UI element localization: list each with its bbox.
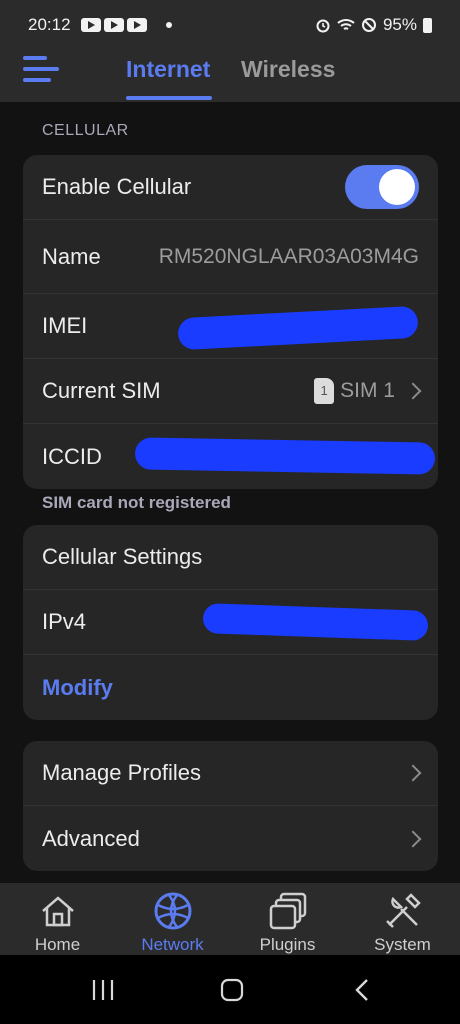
battery-percent: 95% — [382, 15, 417, 34]
status-time: 20:12 — [28, 15, 71, 34]
alarm-icon — [316, 19, 330, 33]
modify-button[interactable]: Modify — [42, 675, 113, 701]
ipv4-redaction — [202, 603, 429, 641]
status-right: 95% — [315, 15, 432, 35]
row-name: Name RM520NGLAAR03A03M4G — [23, 220, 438, 294]
section-header-cellular: CELLULAR — [42, 122, 129, 139]
row-ipv4: IPv4 — [23, 590, 438, 655]
active-tab-indicator — [126, 96, 212, 100]
row-manage-profiles[interactable]: Manage Profiles — [23, 741, 438, 806]
nav-system-label: System — [374, 935, 431, 954]
toggle-knob — [379, 169, 415, 205]
row-modify: Modify — [23, 655, 438, 720]
sim-status-note: SIM card not registered — [42, 493, 231, 512]
sim-value-text: SIM 1 — [340, 379, 395, 402]
name-value: RM520NGLAAR03A03M4G — [158, 244, 419, 268]
advanced-label: Advanced — [42, 825, 140, 851]
status-bar: 20:12 95% — [0, 0, 460, 50]
more-settings-card: Manage Profiles Advanced — [23, 741, 438, 871]
bottom-nav: Home Network Plugins System — [0, 883, 460, 955]
imei-redaction — [177, 305, 419, 351]
globe-icon — [154, 892, 191, 930]
wifi-icon — [337, 19, 355, 30]
row-advanced[interactable]: Advanced — [23, 806, 438, 871]
youtube-icon — [80, 18, 101, 32]
nav-plugins-label: Plugins — [259, 935, 316, 954]
youtube-icon — [126, 18, 147, 32]
nav-home[interactable]: Home — [0, 883, 115, 955]
row-imei: IMEI — [23, 294, 438, 359]
cellular-card: Enable Cellular Name RM520NGLAAR03A03M4G… — [23, 155, 438, 489]
name-label: Name — [42, 243, 101, 269]
row-iccid: ICCID — [23, 424, 438, 489]
nav-home-label: Home — [34, 935, 81, 954]
recent-apps-icon[interactable] — [90, 977, 116, 1003]
manage-profiles-label: Manage Profiles — [42, 760, 201, 785]
do-not-disturb-icon — [361, 18, 376, 32]
current-sim-value: 1 SIM 1 — [314, 378, 422, 404]
chevron-right-icon — [404, 382, 422, 400]
nav-network[interactable]: Network — [115, 883, 230, 955]
menu-icon[interactable] — [23, 56, 59, 86]
system-navigation-bar — [0, 955, 460, 1024]
chevron-right-icon — [404, 764, 422, 782]
row-enable-cellular: Enable Cellular — [23, 155, 438, 220]
row-current-sim[interactable]: Current SIM 1 SIM 1 — [23, 359, 438, 424]
tools-icon — [385, 893, 421, 928]
tab-internet[interactable]: Internet — [126, 56, 210, 83]
battery-icon — [423, 17, 432, 33]
row-cellular-settings-title: Cellular Settings — [23, 525, 438, 590]
chevron-right-icon — [404, 830, 422, 847]
notification-dot-icon — [165, 22, 172, 28]
cellular-settings-title: Cellular Settings — [42, 544, 203, 569]
tab-wireless[interactable]: Wireless — [241, 56, 335, 83]
ipv4-label: IPv4 — [42, 609, 87, 634]
enable-cellular-label: Enable Cellular — [42, 174, 192, 199]
imei-label: IMEI — [42, 313, 88, 338]
home-icon — [41, 896, 74, 927]
iccid-label: ICCID — [42, 443, 102, 469]
cellular-settings-card: Cellular Settings IPv4 Modify — [23, 525, 438, 720]
back-button-icon[interactable] — [350, 977, 376, 1003]
home-button-icon[interactable] — [219, 977, 245, 1003]
sim-card-icon: 1 — [314, 378, 335, 404]
iccid-redaction — [134, 437, 436, 475]
nav-system[interactable]: System — [345, 883, 460, 955]
current-sim-label: Current SIM — [42, 378, 161, 403]
youtube-icon — [103, 18, 124, 32]
plugins-icon — [269, 892, 306, 930]
nav-plugins[interactable]: Plugins — [230, 883, 345, 955]
nav-network-label: Network — [141, 935, 204, 954]
top-nav: Internet Wireless — [0, 50, 460, 102]
enable-cellular-toggle[interactable] — [345, 165, 419, 209]
